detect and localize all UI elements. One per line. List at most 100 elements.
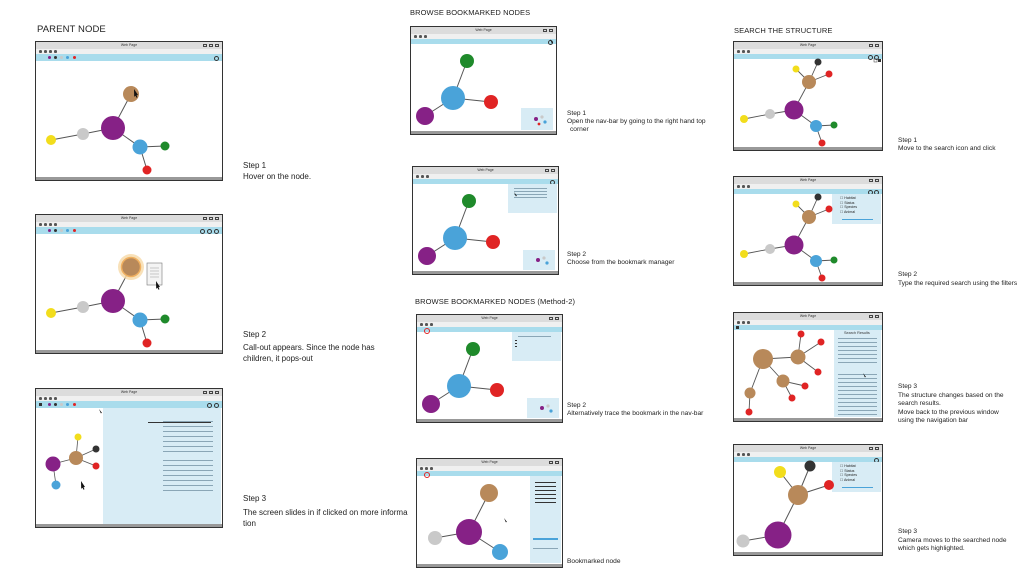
thumb-node[interactable]: [537, 122, 541, 126]
node-yellow[interactable]: [740, 115, 748, 123]
node-yellow[interactable]: [792, 65, 800, 73]
node-green[interactable]: [830, 121, 838, 129]
node-purple[interactable]: [784, 100, 804, 120]
node-grey[interactable]: [77, 128, 89, 140]
node-red[interactable]: [814, 368, 822, 376]
window-button[interactable]: [873, 58, 878, 63]
thumb-node[interactable]: [542, 256, 546, 260]
caption-c2s2: Step 2 Choose from the bookmark manager: [567, 251, 674, 267]
heading-browse-bookmarked: BROWSE BOOKMARKED NODES: [410, 8, 531, 17]
node-yellow[interactable]: [740, 250, 748, 258]
node-blue[interactable]: [132, 312, 148, 328]
thumb-node[interactable]: [543, 120, 547, 124]
node-purple[interactable]: [764, 521, 792, 549]
node-red[interactable]: [788, 394, 796, 402]
status-bar: [734, 418, 882, 421]
wireframe-bookmark-method2-step2: Web Page: [416, 314, 563, 423]
node-red[interactable]: [801, 382, 809, 390]
node-red[interactable]: [745, 408, 753, 416]
node-green[interactable]: [830, 256, 838, 264]
node-red[interactable]: [142, 165, 152, 175]
node-blue[interactable]: [492, 544, 508, 560]
window-button[interactable]: [878, 59, 881, 62]
node-black[interactable]: [92, 445, 100, 453]
node-green[interactable]: [462, 194, 476, 208]
cursor-icon: [504, 518, 507, 523]
node-red[interactable]: [484, 95, 498, 109]
node-green[interactable]: [466, 342, 480, 356]
node-tan[interactable]: [802, 75, 816, 89]
node-purple[interactable]: [418, 247, 436, 265]
node-grey[interactable]: [765, 109, 775, 119]
node-blue[interactable]: [443, 226, 467, 250]
node-blue[interactable]: [132, 139, 148, 155]
node-red[interactable]: [824, 480, 834, 490]
node-red[interactable]: [797, 330, 805, 338]
caption-text: Move to the search icon and click: [898, 145, 996, 153]
node-tan[interactable]: [790, 349, 806, 365]
status-bar: [36, 350, 222, 353]
node-tan[interactable]: [788, 485, 808, 505]
thumb-node[interactable]: [540, 406, 544, 410]
node-tan[interactable]: [120, 256, 142, 278]
thumb-node[interactable]: [540, 115, 544, 119]
node-purple[interactable]: [45, 456, 61, 472]
caption-step: Step 3: [898, 383, 918, 390]
node-yellow[interactable]: [792, 200, 800, 208]
node-blue[interactable]: [441, 86, 465, 110]
caption-step: Step 2: [567, 402, 587, 409]
node-tan[interactable]: [776, 374, 790, 388]
node-red[interactable]: [825, 205, 833, 213]
node-yellow[interactable]: [774, 466, 786, 478]
node-yellow[interactable]: [46, 135, 56, 145]
node-grey[interactable]: [77, 301, 89, 313]
node-tan[interactable]: [69, 451, 83, 465]
thumb-node[interactable]: [536, 258, 540, 262]
node-grey[interactable]: [428, 531, 442, 545]
node-red[interactable]: [825, 70, 833, 78]
node-purple[interactable]: [416, 107, 434, 125]
node-black[interactable]: [804, 460, 816, 472]
node-purple[interactable]: [784, 235, 804, 255]
node-black[interactable]: [814, 58, 822, 66]
status-bar: [734, 282, 882, 285]
node-black[interactable]: [814, 193, 822, 201]
node-blue[interactable]: [51, 480, 61, 490]
node-red[interactable]: [142, 338, 152, 348]
node-blue[interactable]: [810, 255, 822, 267]
thumb-node[interactable]: [549, 409, 553, 413]
node-red[interactable]: [818, 274, 826, 282]
node-purple[interactable]: [422, 395, 440, 413]
node-tan[interactable]: [480, 484, 498, 502]
node-tan[interactable]: [802, 210, 816, 224]
node-red[interactable]: [817, 338, 825, 346]
node-purple[interactable]: [456, 519, 482, 545]
thumb-node[interactable]: [545, 261, 549, 265]
thumb-node[interactable]: [546, 404, 550, 408]
node-blue[interactable]: [447, 374, 471, 398]
node-yellow[interactable]: [74, 433, 82, 441]
node-red[interactable]: [92, 462, 100, 470]
cursor-icon: [514, 192, 517, 197]
node-grey[interactable]: [765, 244, 775, 254]
node-blue[interactable]: [810, 120, 822, 132]
node-green[interactable]: [160, 314, 170, 324]
node-purple[interactable]: [101, 289, 125, 313]
caption-c2s1: Step 1 Open the nav-bar by going to the …: [567, 110, 706, 135]
node-red[interactable]: [490, 383, 504, 397]
caption-step: Step 1: [567, 110, 587, 117]
node-red[interactable]: [486, 235, 500, 249]
wireframe-bookmarked-node: Web Page: [416, 458, 563, 568]
heading-browse-bookmarked-method2: BROWSE BOOKMARKED NODES (Method-2): [415, 297, 576, 306]
node-tan[interactable]: [753, 349, 773, 369]
node-green[interactable]: [460, 54, 474, 68]
node-grey[interactable]: [736, 534, 750, 548]
caption-text: using the navigation bar: [898, 416, 969, 424]
thumb-node[interactable]: [534, 117, 538, 121]
node-tan[interactable]: [744, 387, 756, 399]
node-green[interactable]: [160, 141, 170, 151]
node-purple[interactable]: [101, 116, 125, 140]
node-yellow[interactable]: [46, 308, 56, 318]
status-bar: [36, 177, 222, 180]
node-red[interactable]: [818, 139, 826, 147]
